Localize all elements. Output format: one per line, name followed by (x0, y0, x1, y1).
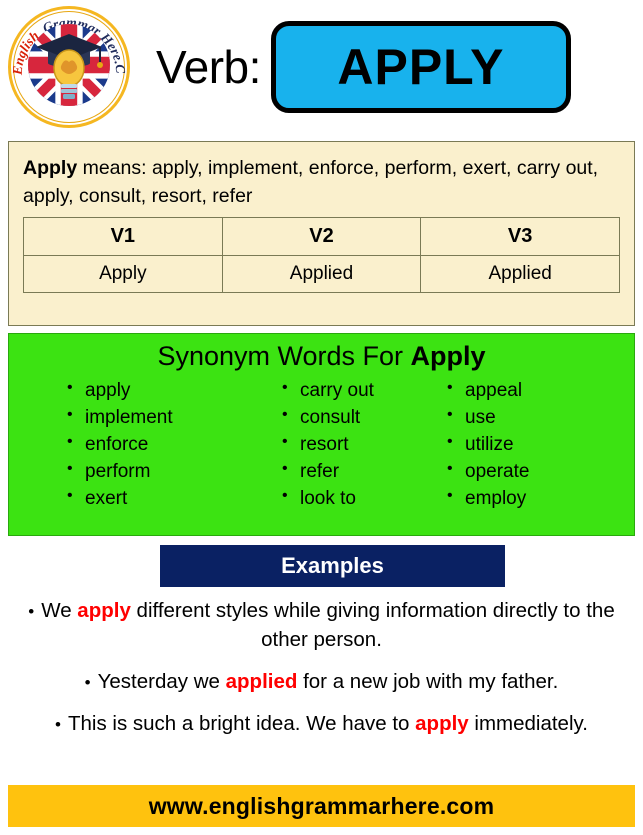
example-highlight: apply (415, 712, 469, 736)
verb-word-box: APPLY (270, 20, 571, 113)
site-logo: English Grammar Here.Com (6, 4, 132, 130)
synonyms-title-word: Apply (410, 341, 486, 371)
examples-banner-label: Examples (281, 553, 384, 578)
list-item: utilize (447, 431, 599, 459)
examples-list: • We apply different styles while giving … (12, 596, 631, 751)
example-post: for a new job with my father. (297, 670, 559, 694)
bullet-icon: • (55, 715, 61, 735)
verb-word: APPLY (337, 38, 505, 95)
synonyms-columns: apply implement enforce perform exert ca… (9, 377, 634, 513)
list-item: perform (67, 458, 264, 486)
examples-banner: Examples (160, 545, 505, 587)
verb-label: Verb: (156, 40, 261, 93)
example-pre: Yesterday we (97, 670, 226, 694)
verb-forms-table: V1 V2 V3 Apply Applied Applied (23, 216, 620, 293)
definition-text: Apply means: apply, implement, enforce, … (23, 154, 620, 211)
synonyms-title: Synonym Words For Apply (9, 334, 634, 370)
synonyms-column-2: carry out consult resort refer look to (264, 377, 429, 513)
definition-meaning: means: apply, implement, enforce, perfor… (23, 157, 599, 208)
example-pre: This is such a bright idea. We have to (67, 712, 416, 736)
example-post: different styles while giving informatio… (130, 599, 615, 652)
list-item: apply (67, 377, 264, 405)
definition-headword: Apply (23, 157, 78, 179)
example-highlight: apply (77, 599, 131, 622)
list-item: exert (67, 485, 264, 513)
bullet-icon: • (84, 673, 91, 693)
list-item: • Yesterday we applied for a new job with… (12, 667, 631, 696)
table-header-v1: V1 (23, 216, 223, 256)
synonyms-column-1: apply implement enforce perform exert (49, 377, 264, 513)
table-cell-v3: Applied (420, 254, 620, 293)
list-item: enforce (67, 431, 264, 459)
table-header-v3: V3 (420, 216, 620, 256)
table-header-row: V1 V2 V3 (23, 216, 620, 256)
table-cell-v1: Apply (23, 254, 223, 293)
example-highlight: applied (225, 670, 298, 694)
list-item: resort (282, 431, 429, 459)
list-item: implement (67, 404, 264, 432)
bullet-icon: • (28, 602, 35, 621)
list-item: carry out (282, 377, 429, 405)
table-cell-v2: Applied (221, 254, 422, 293)
example-pre: We (41, 599, 78, 622)
list-item: operate (447, 458, 599, 486)
list-item: • This is such a bright idea. We have to … (12, 709, 631, 738)
page-header: English Grammar Here.Com (0, 0, 643, 133)
example-post: immediately. (468, 712, 588, 736)
synonyms-column-3: appeal use utilize operate employ (429, 377, 599, 513)
list-item: appeal (447, 377, 599, 405)
list-item: consult (282, 404, 429, 432)
list-item: • We apply different styles while giving … (12, 596, 631, 654)
definition-panel: Apply means: apply, implement, enforce, … (8, 141, 635, 326)
list-item: look to (282, 485, 429, 513)
table-header-v2: V2 (221, 216, 422, 256)
list-item: employ (447, 485, 599, 513)
footer-bar: www.englishgrammarhere.com (8, 785, 635, 827)
lightbulb-brain-icon (53, 48, 85, 99)
list-item: use (447, 404, 599, 432)
synonyms-title-prefix: Synonym Words For (157, 341, 411, 371)
list-item: refer (282, 458, 429, 486)
website-url: www.englishgrammarhere.com (148, 792, 495, 819)
synonyms-panel: Synonym Words For Apply apply implement … (8, 333, 635, 536)
table-row: Apply Applied Applied (23, 254, 620, 293)
